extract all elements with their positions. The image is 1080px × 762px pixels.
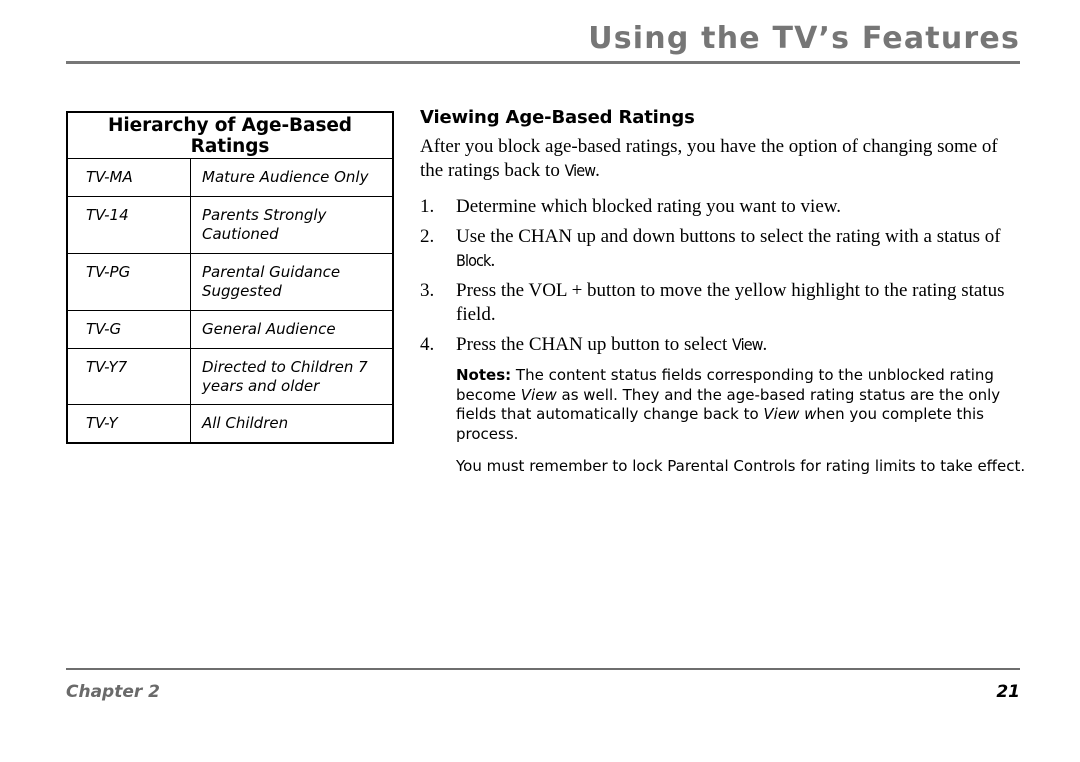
closing-note: You must remember to lock Parental Contr…	[456, 457, 1026, 475]
page-header: Using the TV’s Features	[66, 22, 1020, 64]
step-number: 2.	[420, 226, 435, 247]
section-heading: Viewing Age-Based Ratings	[420, 107, 695, 128]
page-title: Using the TV’s Features	[588, 21, 1020, 56]
steps-list: 1. Determine which blocked rating you wan…	[420, 195, 1020, 357]
table-title-row: Hierarchy of Age-Based Ratings	[66, 111, 394, 159]
rating-code: TV-PG	[66, 253, 191, 311]
list-item: 2. Use the CHAN up and down buttons to se…	[420, 225, 1020, 273]
rating-code: TV-14	[66, 196, 191, 254]
footer-divider	[66, 668, 1020, 670]
footer-page-number: 21	[996, 682, 1020, 702]
step-text-after: .	[490, 250, 496, 271]
table-row: TV-Y7 Directed to Children 7 years and o…	[66, 348, 394, 405]
ui-word-view: View	[564, 161, 596, 180]
rating-description: Directed to Children 7 years and older	[190, 348, 394, 405]
intro-text-after: .	[595, 160, 600, 181]
table-body: Hierarchy of Age-Based Ratings TV-MA Mat…	[66, 111, 394, 444]
table-row: TV-Y All Children	[66, 404, 394, 444]
intro-text-before: After you block age-based ratings, you h…	[420, 136, 998, 181]
step-text: Press the CHAN up button to select	[456, 334, 733, 355]
table-row: TV-MA Mature Audience Only	[66, 158, 394, 197]
table-row: TV-PG Parental Guidance Suggested	[66, 253, 394, 311]
rating-description: Parents Strongly Cautioned	[190, 196, 394, 254]
rating-description: All Children	[190, 404, 394, 444]
step-number: 1.	[420, 196, 435, 217]
rating-description: General Audience	[190, 310, 394, 349]
ui-word-view: View	[732, 335, 763, 354]
rating-code: TV-G	[66, 310, 191, 349]
list-item: 4. Press the CHAN up button to select Vie…	[420, 333, 1020, 357]
table-row: TV-G General Audience	[66, 310, 394, 349]
footer-chapter-label: Chapter 2	[66, 682, 161, 702]
rating-description: Parental Guidance Suggested	[190, 253, 394, 311]
rating-description: Mature Audience Only	[190, 158, 394, 197]
table-title-cell: Hierarchy of Age-Based Ratings	[66, 111, 394, 159]
hierarchy-of-age-based-ratings-table: Hierarchy of Age-Based Ratings TV-MA Mat…	[66, 111, 394, 444]
rating-code: TV-Y7	[66, 348, 191, 405]
header-divider	[66, 61, 1020, 64]
notes-italic-view-1: View	[520, 385, 557, 404]
table-title: Hierarchy of Age-Based Ratings	[108, 114, 352, 157]
table-row: TV-14 Parents Strongly Cautioned	[66, 196, 394, 254]
list-item: 1. Determine which blocked rating you wan…	[420, 195, 1020, 219]
notes-italic-view-2: View w	[763, 405, 817, 423]
ui-word-block: Block	[456, 251, 491, 270]
list-item: 3. Press the VOL + button to move the yel…	[420, 279, 1020, 327]
rating-code: TV-Y	[66, 404, 191, 444]
step-number: 4.	[420, 334, 435, 355]
notes-label: Notes:	[456, 366, 512, 384]
page-footer: Chapter 2 21	[66, 668, 1020, 714]
notes-paragraph: Notes: The content status fields corresp…	[456, 366, 1016, 444]
step-text-after: .	[762, 334, 768, 355]
main-content-column: Viewing Age-Based Ratings After you bloc…	[420, 107, 1025, 477]
step-text: Determine which blocked rating you want …	[456, 196, 841, 217]
intro-paragraph: After you block age-based ratings, you h…	[420, 135, 1020, 183]
step-text: Press the VOL + button to move the yello…	[456, 280, 1005, 325]
rating-code: TV-MA	[66, 158, 191, 197]
step-number: 3.	[420, 280, 435, 301]
step-text: Use the CHAN up and down buttons to sele…	[456, 226, 1001, 247]
